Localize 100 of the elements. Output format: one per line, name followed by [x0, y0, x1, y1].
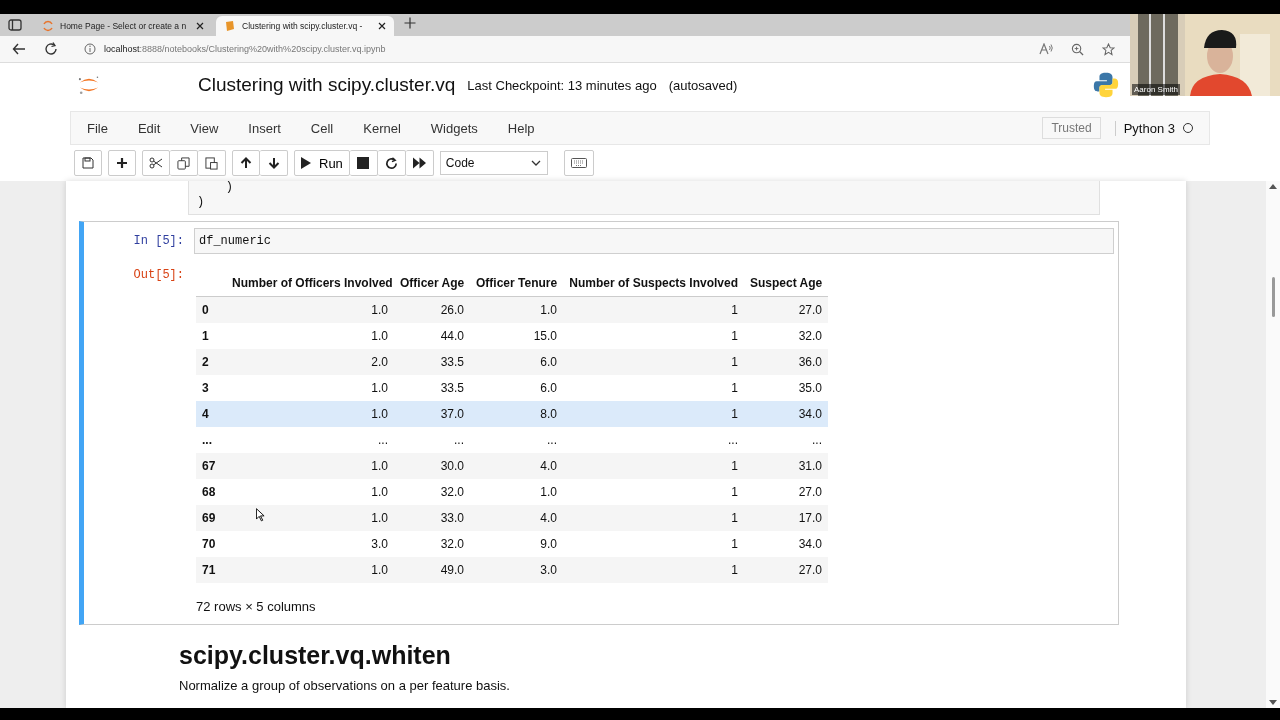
table-cell: 49.0 [440, 563, 464, 577]
tab-title: Home Page - Select or create a n [60, 21, 188, 31]
back-icon[interactable] [12, 42, 26, 56]
save-button[interactable] [74, 150, 102, 176]
table-cell: 26.0 [440, 303, 464, 317]
table-cell: 27.0 [798, 563, 822, 577]
scissors-icon [149, 157, 163, 169]
table-cell: 1 [731, 485, 738, 499]
paste-button[interactable] [198, 150, 226, 176]
table-cell: ... [812, 433, 822, 447]
read-aloud-icon[interactable] [1039, 43, 1053, 55]
trusted-indicator[interactable]: Trusted [1042, 117, 1101, 139]
move-down-button[interactable] [260, 150, 288, 176]
restart-icon [384, 156, 398, 170]
table-cell: 30.0 [440, 459, 464, 473]
table-cell: 1 [731, 537, 738, 551]
zoom-icon[interactable] [1071, 42, 1084, 56]
menu-item[interactable]: Help [507, 120, 535, 136]
menu-item[interactable]: Kernel [363, 120, 401, 136]
info-icon [84, 43, 96, 55]
menu-item[interactable]: Insert [248, 120, 281, 136]
table-cell: 1.0 [371, 563, 388, 577]
stop-button[interactable] [349, 150, 378, 176]
row-index: ... [202, 433, 212, 447]
scroll-up-icon[interactable] [1269, 184, 1277, 189]
scrollbar-thumb[interactable] [1271, 277, 1275, 317]
table-cell: 32.0 [440, 537, 464, 551]
menu-item[interactable]: File [87, 120, 108, 136]
paste-icon [205, 156, 218, 170]
table-cell: 32.0 [798, 329, 822, 343]
menu-item[interactable]: Edit [137, 120, 161, 136]
table-cell: 9.0 [540, 537, 557, 551]
cell-type-dropdown[interactable]: Code [439, 151, 548, 175]
new-tab-icon[interactable] [404, 17, 416, 29]
table-cell: 44.0 [440, 329, 464, 343]
table-cell: 1 [731, 459, 738, 473]
table-cell: 1.0 [540, 485, 557, 499]
table-cell: ... [547, 433, 557, 447]
row-index: 4 [202, 407, 209, 421]
table-cell: 1.0 [371, 459, 388, 473]
fast-forward-icon [412, 157, 426, 169]
table-cell: ... [454, 433, 464, 447]
code-line: df_numeric [199, 234, 271, 248]
column-header: Officer Age [400, 276, 465, 290]
paragraph: Normalize a group of observations on a per feature basis. [179, 678, 511, 693]
close-icon[interactable] [378, 22, 386, 30]
keyboard-shortcuts-button[interactable] [563, 150, 594, 176]
table-cell: 1.0 [371, 485, 388, 499]
code-editor[interactable]: df_numeric [194, 228, 1114, 254]
table-cell: 1.0 [540, 303, 557, 317]
favorite-star-icon[interactable] [1102, 42, 1115, 56]
table-cell: 33.5 [440, 381, 464, 395]
arrow-down-icon [267, 157, 280, 169]
save-icon [82, 157, 94, 169]
table-cell: 33.5 [440, 355, 464, 369]
browser-tab[interactable]: Clustering with scipy.cluster.vq - [216, 16, 394, 36]
table-cell: 1 [731, 329, 738, 343]
table-cell: 27.0 [798, 303, 822, 317]
table-cell: 4.0 [540, 511, 557, 525]
notebook-title[interactable]: Clustering with scipy.cluster.vq [198, 74, 456, 96]
spinner-icon [42, 20, 54, 32]
reload-icon[interactable] [44, 42, 58, 56]
table-cell: 1.0 [371, 303, 388, 317]
table-cell: 1.0 [371, 329, 388, 343]
close-icon[interactable] [196, 22, 204, 30]
row-index: 2 [202, 355, 209, 369]
table-cell: 6.0 [540, 381, 557, 395]
python-logo [1092, 71, 1120, 99]
table-cell: 8.0 [540, 407, 557, 421]
section-heading: scipy.cluster.vq.whiten [179, 641, 452, 670]
tab-actions-icon[interactable] [8, 18, 22, 32]
tab-title: Clustering with scipy.cluster.vq - [242, 21, 364, 31]
row-index: 0 [202, 303, 209, 317]
move-up-button[interactable] [232, 150, 260, 176]
column-header: Officer Tenure [476, 276, 558, 290]
insert-cell-button[interactable] [108, 150, 136, 176]
table-cell: 1.0 [371, 511, 388, 525]
table-cell: 34.0 [798, 407, 822, 421]
browser-tab[interactable]: Home Page - Select or create a n [34, 16, 212, 36]
code-editor[interactable]: ) ) [188, 181, 1100, 215]
menu-item[interactable]: Cell [310, 120, 334, 136]
table-cell: 1 [731, 511, 738, 525]
menu-item[interactable]: View [190, 120, 219, 136]
kernel-name[interactable]: Python 3 [1114, 120, 1175, 136]
copy-button[interactable] [170, 150, 198, 176]
row-index: 3 [202, 381, 209, 395]
cut-button[interactable] [142, 150, 170, 176]
table-cell: 36.0 [798, 355, 822, 369]
checkpoint-status: Last Checkpoint: 13 minutes ago [467, 77, 657, 93]
menu-item[interactable]: Widgets [430, 120, 478, 136]
scroll-down-icon[interactable] [1269, 700, 1277, 705]
row-index: 1 [202, 329, 209, 343]
plus-icon [116, 157, 128, 169]
column-header: Number of Officers Involved [232, 276, 393, 290]
restart-button[interactable] [377, 150, 406, 176]
input-prompt: In [5]: [132, 234, 185, 248]
run-button[interactable]: Run [294, 150, 350, 176]
participant-name: Aaron Smith [1132, 84, 1181, 95]
run-all-button[interactable] [405, 150, 434, 176]
row-index: 71 [202, 563, 216, 577]
